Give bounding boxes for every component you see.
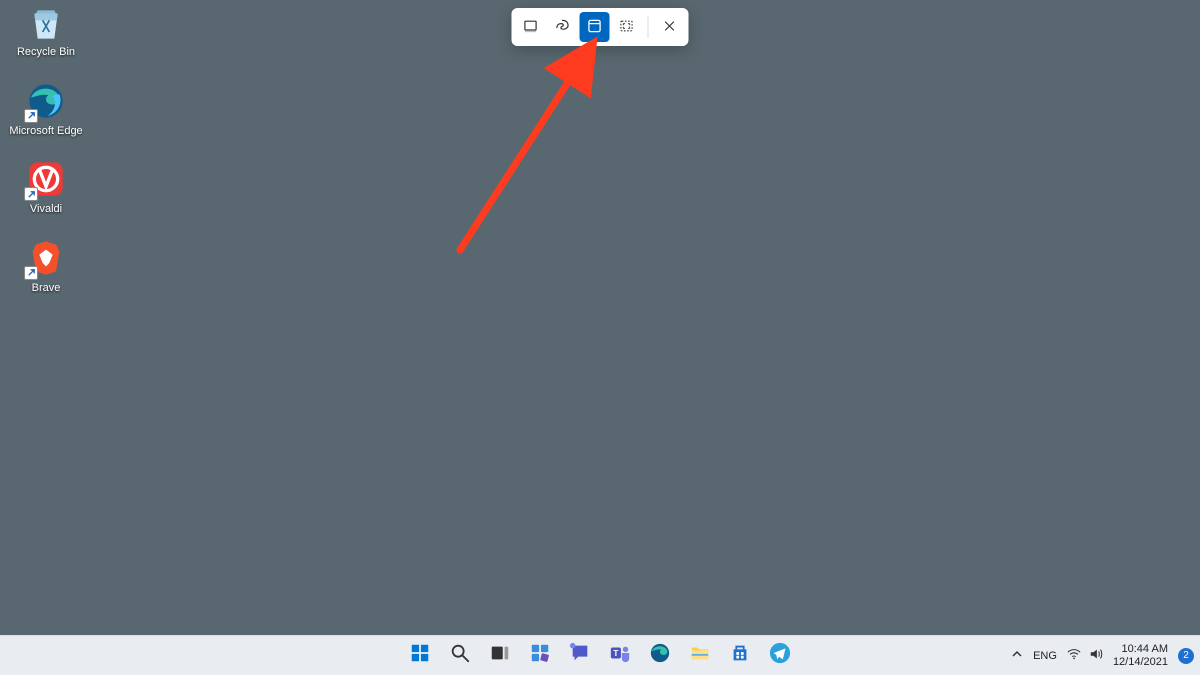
teams-button[interactable]: T (602, 638, 638, 674)
rectangular-snip-icon (523, 18, 539, 37)
desktop-icon-microsoft-edge[interactable]: Microsoft Edge (8, 81, 84, 138)
time-text: 10:44 AM (1113, 643, 1168, 655)
svg-text:T: T (613, 649, 618, 658)
freeform-snip-icon (555, 18, 571, 37)
snipping-tool-toolbar (512, 8, 689, 46)
notification-badge[interactable]: 2 (1178, 648, 1194, 664)
desktop-icon-brave[interactable]: Brave (8, 238, 84, 295)
window-snip-button[interactable] (580, 12, 610, 42)
desktop-icon-vivaldi[interactable]: Vivaldi (8, 159, 84, 216)
search-button[interactable] (442, 638, 478, 674)
taskbar-center-group: T (402, 638, 798, 674)
screen-dim-overlay (0, 0, 1200, 675)
microsoft-store-icon (729, 642, 751, 669)
file-explorer-icon (689, 642, 711, 669)
start-icon (409, 642, 431, 669)
toolbar-divider (648, 16, 649, 38)
chat-icon (569, 642, 591, 669)
microsoft-edge-icon (26, 81, 66, 121)
microsoft-store-button[interactable] (722, 638, 758, 674)
close-icon (662, 18, 678, 37)
desktop-icon-label: Microsoft Edge (9, 125, 82, 138)
widgets-button[interactable] (522, 638, 558, 674)
taskbar: T ENG 10:44 AM 12/14/2021 2 (0, 635, 1200, 675)
vivaldi-icon (26, 159, 66, 199)
freeform-snip-button[interactable] (548, 12, 578, 42)
language-indicator[interactable]: ENG (1033, 650, 1057, 662)
start-button[interactable] (402, 638, 438, 674)
search-icon (449, 642, 471, 669)
tray-overflow-button[interactable] (1011, 648, 1023, 663)
shortcut-badge-icon (24, 187, 38, 201)
desktop-icon-recycle-bin[interactable]: Recycle Bin (8, 2, 84, 59)
chat-button[interactable] (562, 638, 598, 674)
shortcut-badge-icon (24, 109, 38, 123)
desktop-icon-label: Brave (32, 282, 61, 295)
fullscreen-snip-icon (619, 18, 635, 37)
close-snip-button[interactable] (655, 12, 685, 42)
telegram-button[interactable] (762, 638, 798, 674)
desktop-icon-label: Recycle Bin (17, 46, 75, 59)
teams-icon: T (609, 642, 631, 669)
rectangular-snip-button[interactable] (516, 12, 546, 42)
desktop-icon-label: Vivaldi (30, 203, 62, 216)
telegram-icon (769, 642, 791, 669)
edge-icon (649, 642, 671, 669)
window-snip-icon (587, 18, 603, 37)
volume-icon (1089, 647, 1103, 664)
fullscreen-snip-button[interactable] (612, 12, 642, 42)
chevron-up-icon (1011, 651, 1023, 663)
recycle-bin-icon (26, 2, 66, 42)
edge-taskbar-button[interactable] (642, 638, 678, 674)
brave-icon (26, 238, 66, 278)
date-text: 12/14/2021 (1113, 656, 1168, 668)
system-tray: ENG 10:44 AM 12/14/2021 2 (1011, 636, 1194, 675)
widgets-icon (529, 642, 551, 669)
task-view-button[interactable] (482, 638, 518, 674)
wifi-icon (1067, 647, 1081, 664)
file-explorer-button[interactable] (682, 638, 718, 674)
desktop-icons-area: Recycle Bin Microsoft Edge Vivaldi Brave (8, 0, 84, 295)
task-view-icon (489, 642, 511, 669)
network-volume-group[interactable] (1067, 647, 1103, 664)
shortcut-badge-icon (24, 266, 38, 280)
clock-button[interactable]: 10:44 AM 12/14/2021 (1113, 643, 1168, 667)
